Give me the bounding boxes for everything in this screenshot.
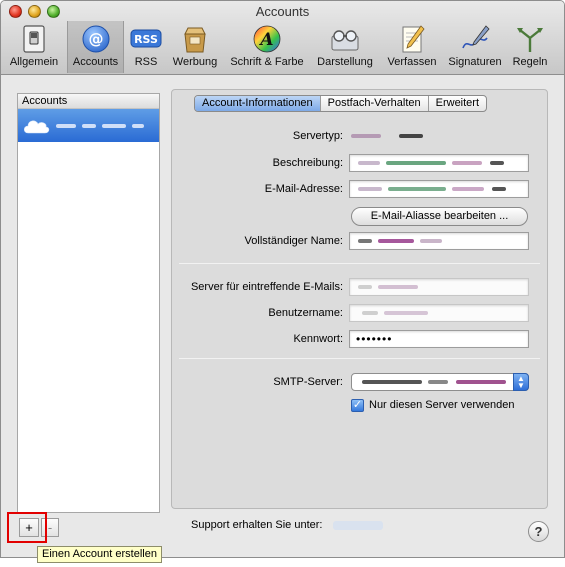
- redacted-account-name: [102, 124, 126, 128]
- description-field[interactable]: [349, 154, 529, 172]
- toolbar-item-rss[interactable]: RSS RSS: [127, 21, 165, 73]
- toolbar-label: Allgemein: [9, 56, 59, 68]
- server-type-label: Servertyp:: [292, 130, 343, 142]
- username-label: Benutzername:: [268, 307, 343, 319]
- edit-email-aliases-button[interactable]: E-Mail-Aliasse bearbeiten ...: [351, 207, 528, 226]
- toolbar-item-accounts[interactable]: @ Accounts: [67, 21, 124, 73]
- toolbar-label: Schrift & Farbe: [230, 56, 304, 68]
- window-title: Accounts: [255, 4, 310, 19]
- toolbar-label: RSS: [134, 56, 158, 68]
- toolbar-item-schrift-farbe[interactable]: A Schrift & Farbe: [225, 21, 309, 73]
- font-color-icon: A: [251, 24, 283, 54]
- tab-postfach-verhalten[interactable]: Postfach-Verhalten: [319, 96, 428, 111]
- email-field[interactable]: [349, 180, 529, 198]
- full-name-field[interactable]: [349, 232, 529, 250]
- composing-icon: [396, 24, 428, 54]
- account-row-selected[interactable]: [18, 109, 159, 142]
- tab-account-informationen[interactable]: Account-Informationen: [195, 96, 320, 111]
- account-tabs: Account-Informationen Postfach-Verhalten…: [194, 95, 488, 112]
- email-label: E-Mail-Adresse:: [264, 183, 343, 195]
- junk-mail-icon: [179, 24, 211, 54]
- preferences-window: Accounts Allgemein @ Accounts RSS RSS We…: [0, 0, 565, 558]
- svg-text:A: A: [258, 30, 273, 50]
- rules-icon: [514, 24, 546, 54]
- section-divider: [179, 263, 540, 264]
- incoming-server-field[interactable]: [349, 278, 529, 296]
- redacted-support-link[interactable]: [333, 521, 383, 530]
- help-button[interactable]: ?: [528, 521, 549, 542]
- rss-icon: RSS: [130, 24, 162, 54]
- password-label: Kennwort:: [293, 333, 343, 345]
- svg-text:RSS: RSS: [134, 33, 158, 46]
- server-type-value-redacted: [351, 132, 441, 142]
- toolbar-label: Werbung: [172, 56, 218, 68]
- incoming-server-label: Server für eintreffende E-Mails:: [190, 281, 343, 293]
- redacted-account-name: [82, 124, 96, 128]
- toolbar-label: Signaturen: [448, 56, 502, 68]
- description-label: Beschreibung:: [272, 157, 343, 169]
- popup-arrows-icon: ▲ ▼: [513, 373, 529, 391]
- general-switch-icon: [18, 24, 50, 54]
- smtp-only-checkbox[interactable]: ✓: [351, 399, 364, 412]
- title-bar: Accounts Allgemein @ Accounts RSS RSS We…: [1, 1, 564, 75]
- toolbar-label: Darstellung: [317, 56, 373, 68]
- username-field[interactable]: [349, 304, 529, 322]
- toolbar-item-darstellung[interactable]: Darstellung: [312, 21, 378, 73]
- signature-icon: [459, 24, 491, 54]
- redacted-account-name: [56, 124, 76, 128]
- password-field[interactable]: •••••••: [349, 330, 529, 348]
- toolbar-item-regeln[interactable]: Regeln: [508, 21, 552, 73]
- add-account-tooltip: Einen Account erstellen: [37, 546, 162, 563]
- svg-text:@: @: [88, 30, 103, 48]
- preferences-toolbar: Allgemein @ Accounts RSS RSS Werbung A S…: [1, 21, 564, 73]
- add-button-highlight: [7, 512, 47, 543]
- full-name-label: Vollständiger Name:: [244, 235, 343, 247]
- accounts-list-header: Accounts: [18, 94, 159, 109]
- toolbar-item-signaturen[interactable]: Signaturen: [445, 21, 505, 73]
- smtp-only-checkbox-label: Nur diesen Server verwenden: [369, 399, 515, 411]
- section-divider: [179, 358, 540, 359]
- toolbar-label: Accounts: [72, 56, 119, 68]
- password-value: •••••••: [356, 332, 393, 346]
- toolbar-label: Verfassen: [387, 56, 437, 68]
- toolbar-label: Regeln: [512, 56, 548, 68]
- smtp-server-label: SMTP-Server:: [273, 376, 343, 388]
- toolbar-item-werbung[interactable]: Werbung: [168, 21, 222, 73]
- tab-erweitert[interactable]: Erweitert: [427, 96, 486, 111]
- support-text: Support erhalten Sie unter:: [191, 519, 323, 531]
- at-sign-icon: @: [80, 24, 112, 54]
- toolbar-item-allgemein[interactable]: Allgemein: [5, 21, 63, 73]
- account-settings-panel: [171, 89, 548, 509]
- redacted-account-name: [132, 124, 144, 128]
- toolbar-item-verfassen[interactable]: Verfassen: [382, 21, 442, 73]
- smtp-server-popup[interactable]: ▲ ▼: [351, 373, 529, 391]
- cloud-account-icon: [22, 115, 50, 135]
- viewing-icon: [329, 24, 361, 54]
- accounts-list[interactable]: Accounts: [17, 93, 160, 513]
